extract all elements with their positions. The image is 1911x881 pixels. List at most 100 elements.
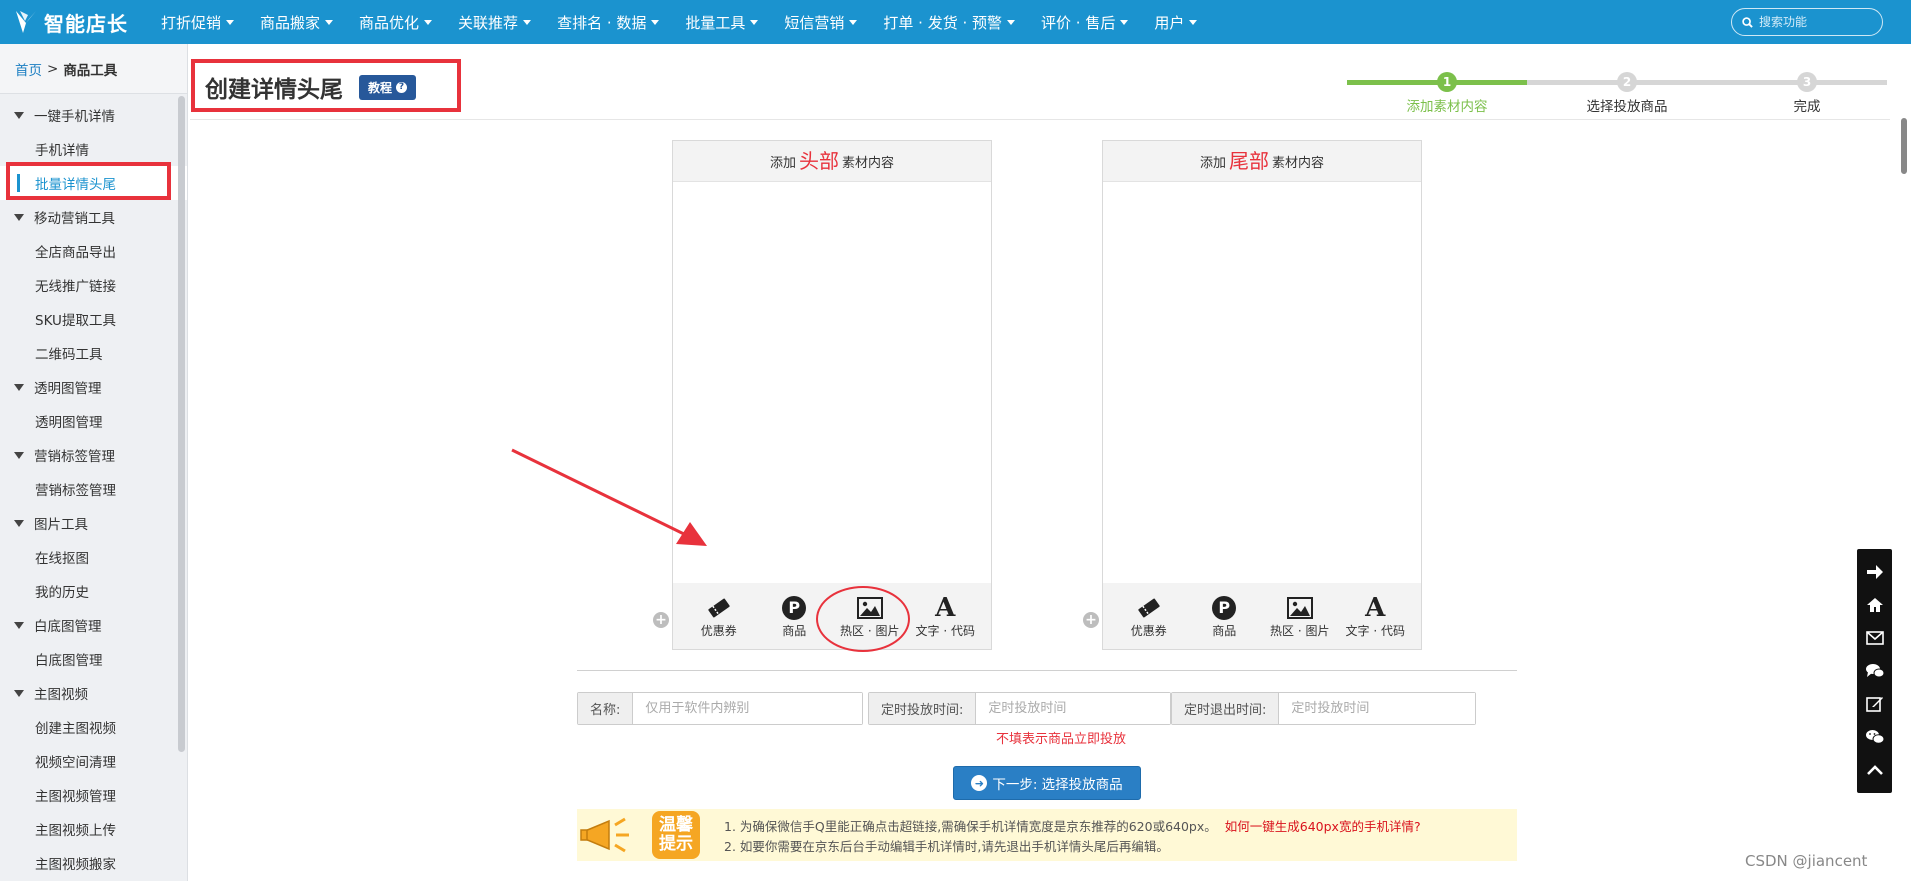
head-add-icon[interactable]: +: [653, 612, 669, 628]
sidebar-item[interactable]: 手机详情: [0, 132, 187, 166]
next-step-button[interactable]: ➜ 下一步: 选择投放商品: [953, 766, 1141, 800]
mail-icon[interactable]: [1863, 626, 1887, 650]
nav-item-1[interactable]: 打折促销: [148, 0, 247, 44]
text-a-icon: A: [935, 592, 956, 623]
sidebar-label: 创建主图视频: [35, 721, 116, 737]
nav-item-label: 短信营销: [784, 13, 845, 32]
sidebar-scrollbar[interactable]: [178, 96, 185, 752]
sidebar-item[interactable]: 无线推广链接: [0, 268, 187, 302]
nav-item-label: 打单 · 发货 · 预警: [883, 13, 1003, 32]
breadcrumb-home-link[interactable]: 首页: [15, 59, 42, 79]
sidebar-item[interactable]: 视频空间清理: [0, 744, 187, 778]
nav-item-6[interactable]: 批量工具: [672, 0, 771, 44]
sidebar-item[interactable]: SKU提取工具: [0, 302, 187, 336]
watermark: CSDN @jiancent: [1745, 852, 1868, 870]
product-p-icon: P: [782, 595, 807, 620]
sidebar-item[interactable]: 在线抠图: [0, 540, 187, 574]
head-panel-canvas[interactable]: [673, 182, 991, 583]
nav-item-9[interactable]: 评价 · 售后: [1028, 0, 1141, 44]
nav-item-label: 商品搬家: [260, 13, 321, 32]
head-coupon-tool[interactable]: 优惠券: [681, 594, 757, 639]
sidebar-item[interactable]: 创建主图视频: [0, 710, 187, 744]
up-icon[interactable]: [1863, 758, 1887, 782]
caret-down-icon: [651, 19, 660, 25]
product-p-icon: P: [1212, 595, 1237, 620]
tail-panel-canvas[interactable]: [1103, 182, 1421, 583]
brand-logo[interactable]: 智能店长: [0, 0, 148, 44]
image-icon: [1286, 596, 1313, 619]
top-navbar: 智能店长 打折促销 商品搬家 商品优化 关联推荐 查排名 · 数据 批量工具 短信营销 打单 …: [0, 0, 1911, 44]
sidebar-label: 白底图管理: [35, 653, 103, 669]
home-icon[interactable]: [1863, 593, 1887, 617]
head-panel-prefix: 添加: [769, 155, 796, 171]
head-product-label: 商品: [782, 623, 807, 638]
tail-add-icon[interactable]: +: [1083, 612, 1099, 628]
coupon-icon: [708, 598, 730, 617]
edit-icon[interactable]: [1863, 692, 1887, 716]
caret-down-icon: [1007, 19, 1016, 25]
nav-item-label: 打折促销: [161, 13, 222, 32]
sidebar-group[interactable]: 营销标签管理: [0, 438, 187, 472]
caret-down-icon: [750, 19, 759, 25]
sidebar-label: 透明图管理: [35, 415, 103, 431]
tips-line-2: 2. 如要你需要在京东后台手动编辑手机详情时,请先退出手机详情头尾后再编辑。: [724, 839, 1169, 854]
sidebar-item[interactable]: 透明图管理: [0, 404, 187, 438]
sidebar-group[interactable]: 移动营销工具: [0, 200, 187, 234]
nav-item-7[interactable]: 短信营销: [771, 0, 870, 44]
sidebar-group[interactable]: 白底图管理: [0, 608, 187, 642]
sidebar-label: SKU提取工具: [35, 313, 116, 329]
nav-item-label: 商品优化: [359, 13, 420, 32]
triangle-down-icon: [14, 689, 24, 697]
wechat-icon[interactable]: [1863, 725, 1887, 749]
nav-item-4[interactable]: 关联推荐: [445, 0, 544, 44]
sidebar-group[interactable]: 一键手机详情: [0, 98, 187, 132]
tail-text-tool[interactable]: A 文字 · 代码: [1338, 594, 1414, 639]
nav-item-10[interactable]: 用户: [1141, 0, 1210, 44]
tail-coupon-tool[interactable]: 优惠券: [1111, 594, 1187, 639]
arrow-right-icon[interactable]: [1863, 560, 1887, 584]
sidebar-item[interactable]: 二维码工具: [0, 336, 187, 370]
tail-image-tool[interactable]: 热区 · 图片: [1262, 594, 1338, 639]
progress-steps: 1 2 3 添加素材内容 选择投放商品 完成: [1347, 70, 1887, 116]
sidebar-item[interactable]: 主图视频管理: [0, 778, 187, 812]
highlight-box-title: [191, 59, 461, 112]
triangle-down-icon: [14, 111, 24, 119]
annotation-arrow: [511, 448, 707, 546]
sidebar-label: 在线抠图: [35, 551, 89, 567]
search-input[interactable]: [1759, 15, 1869, 29]
sidebar-item[interactable]: 全店商品导出: [0, 234, 187, 268]
sidebar-group[interactable]: 图片工具: [0, 506, 187, 540]
tail-panel-title: 添加 尾部 素材内容: [1103, 141, 1421, 182]
sidebar-group[interactable]: 透明图管理: [0, 370, 187, 404]
start-time-input[interactable]: [976, 693, 1170, 724]
nav-item-3[interactable]: 商品优化: [346, 0, 445, 44]
breadcrumb: 首页 > 商品工具: [0, 44, 187, 94]
tips-link-640px[interactable]: 如何一键生成640px宽的手机详情?: [1225, 819, 1421, 834]
sidebar-item[interactable]: 白底图管理: [0, 642, 187, 676]
sidebar-group[interactable]: 主图视频: [0, 676, 187, 710]
step-2-dot: 2: [1617, 72, 1637, 92]
nav-item-5[interactable]: 查排名 · 数据: [544, 0, 672, 44]
search-box[interactable]: [1731, 8, 1883, 36]
head-text-tool[interactable]: A 文字 · 代码: [908, 594, 984, 639]
tail-panel-prefix: 添加: [1199, 155, 1226, 171]
sidebar-item[interactable]: 主图视频搬家: [0, 846, 187, 880]
sidebar-item[interactable]: 营销标签管理: [0, 472, 187, 506]
caret-down-icon: [424, 19, 433, 25]
sidebar-item[interactable]: 主图视频上传: [0, 812, 187, 846]
tips-badge: 温馨 提示: [652, 811, 700, 859]
sidebar-item[interactable]: 我的历史: [0, 574, 187, 608]
page-scrollbar[interactable]: [1901, 118, 1907, 174]
end-time-input[interactable]: [1279, 693, 1475, 724]
nav-item-2[interactable]: 商品搬家: [247, 0, 346, 44]
chat-icon[interactable]: [1863, 659, 1887, 683]
nav-item-8[interactable]: 打单 · 发货 · 预警: [870, 0, 1028, 44]
logo-icon: [16, 11, 36, 33]
tips-line-1: 1. 为确保微信手Q里能正确点击超链接,需确保手机详情宽度是京东推荐的620或6…: [724, 819, 1217, 834]
head-content-panel: 添加 头部 素材内容 优惠券 P 商品 热区 · 图片 A 文字 · 代码: [672, 140, 992, 650]
triangle-down-icon: [14, 213, 24, 221]
tail-product-tool[interactable]: P 商品: [1187, 594, 1263, 639]
name-input[interactable]: [633, 693, 862, 724]
sidebar-label: 图片工具: [34, 517, 88, 533]
triangle-down-icon: [14, 383, 24, 391]
